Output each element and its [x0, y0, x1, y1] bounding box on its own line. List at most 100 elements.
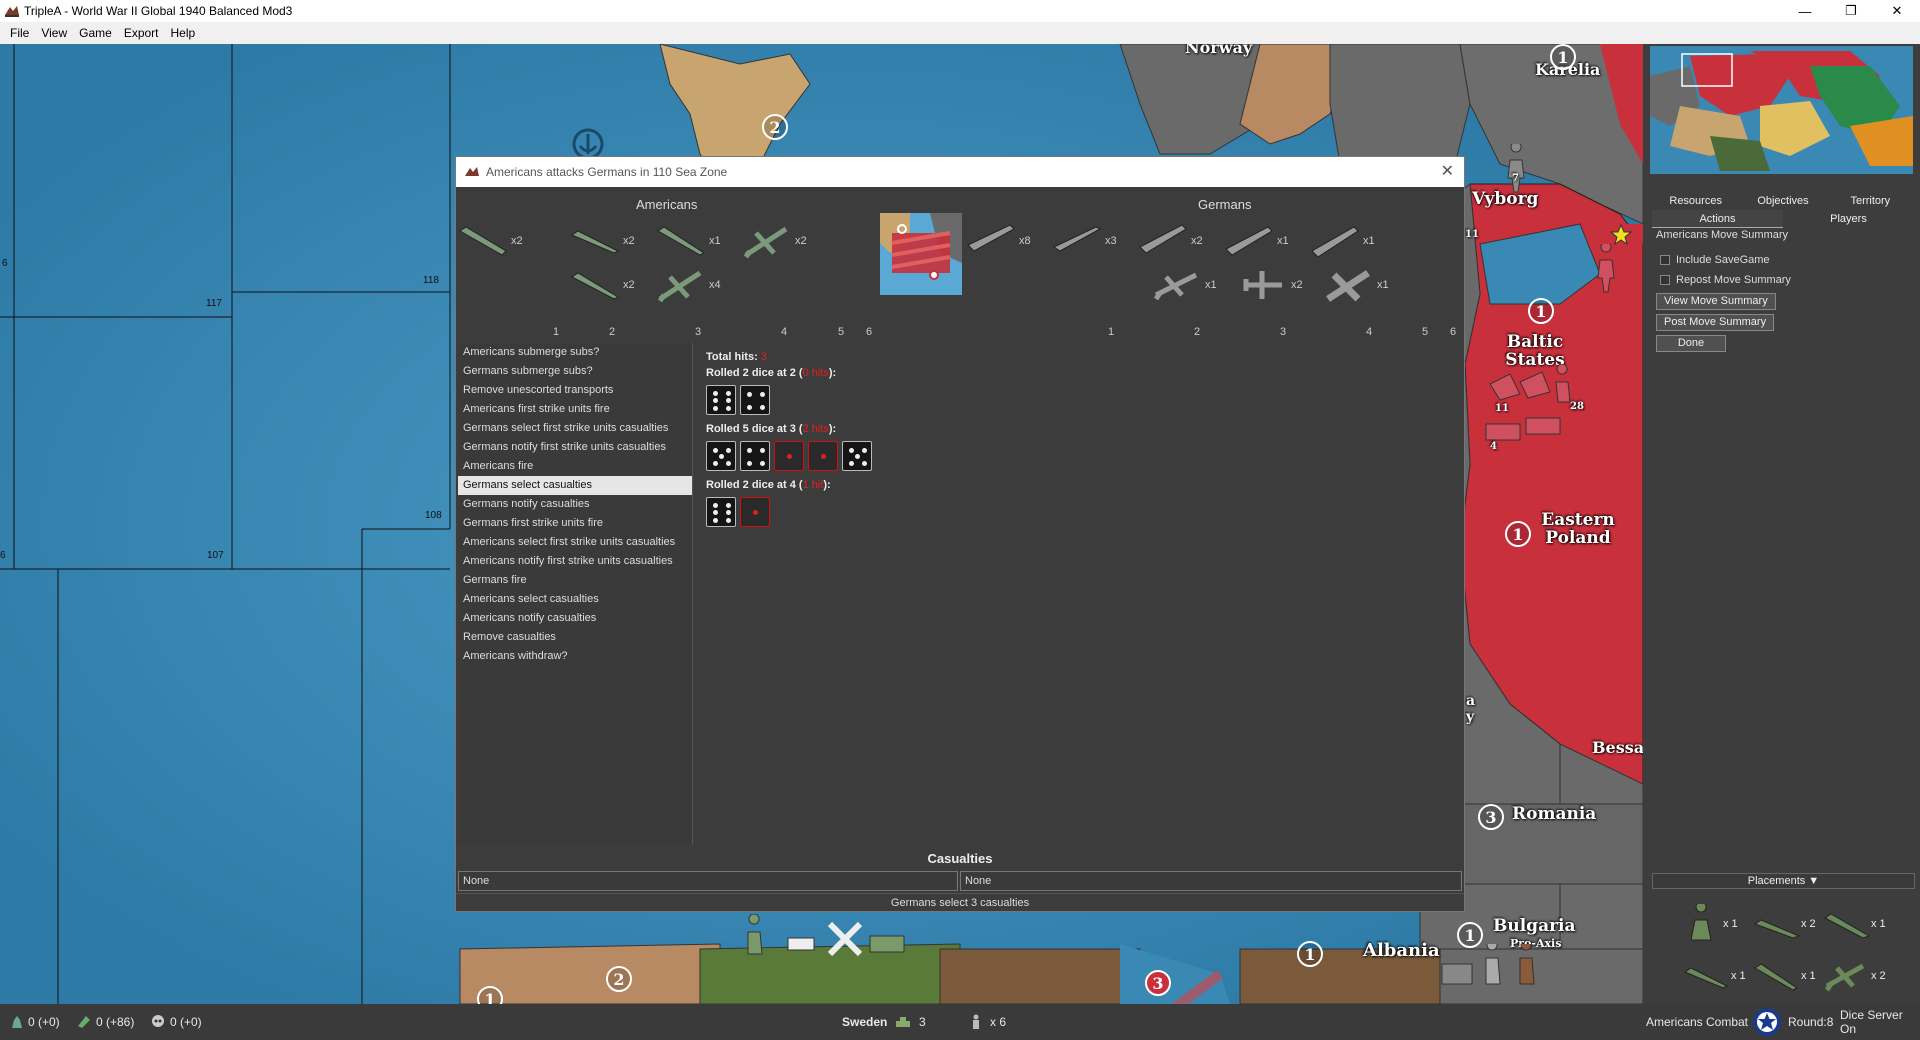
die-icon [706, 441, 736, 471]
total-hits-label: Total hits: [706, 351, 758, 363]
roll-text: Rolled 5 dice at 3 ( [706, 423, 803, 435]
attacker-unit: x4 [656, 265, 721, 305]
checkbox-box[interactable] [1660, 275, 1670, 285]
bomber-icon [1326, 270, 1370, 302]
die-pip [725, 502, 731, 508]
die-icon [740, 385, 770, 415]
attacker-column-label: 3 [695, 326, 702, 338]
menu-game[interactable]: Game [73, 26, 118, 40]
battle-title-bar: Americans attacks Germans in 110 Sea Zon… [456, 157, 1464, 187]
battle-step-item[interactable]: Americans select casualties [458, 590, 692, 609]
sea-zone-number: 6 [2, 258, 8, 269]
soviet-units-stack-icon [1485, 364, 1571, 441]
sea-zone-number: 118 [423, 275, 439, 286]
post-move-summary-button[interactable]: Post Move Summary [1656, 314, 1775, 331]
unit-count: x1 [1277, 235, 1289, 247]
carrier-icon [459, 226, 507, 256]
menu-file[interactable]: File [4, 26, 35, 40]
unit-count: x1 [1205, 279, 1217, 291]
attacker-unit: x2 [742, 221, 807, 261]
cruiser-icon [1225, 226, 1273, 256]
current-player: Americans [1646, 1015, 1703, 1029]
unit-count: x2 [1291, 279, 1303, 291]
menu-view[interactable]: View [35, 26, 73, 40]
die-pip [746, 391, 752, 397]
defender-column-label: 3 [1280, 326, 1287, 338]
battle-step-item[interactable]: Americans notify first strike units casu… [458, 552, 692, 571]
die-pip [712, 390, 718, 396]
battle-step-item[interactable]: Germans notify casualties [458, 495, 692, 514]
production-token: 1 [1550, 44, 1576, 70]
title-bar: TripleA - World War II Global 1940 Balan… [0, 0, 1920, 22]
menu-export[interactable]: Export [118, 26, 165, 40]
tab-players[interactable]: Players [1783, 210, 1914, 228]
tab-resources[interactable]: Resources [1652, 192, 1739, 210]
battle-close-button[interactable]: ✕ [1441, 161, 1454, 181]
checkbox-box[interactable] [1660, 255, 1670, 265]
done-button[interactable]: Done [1656, 335, 1726, 352]
battle-step-item[interactable]: Americans first strike units fire [458, 400, 692, 419]
minimap[interactable] [1650, 46, 1913, 174]
include-savegame-checkbox[interactable]: Include SaveGame [1660, 254, 1770, 266]
territory-label-bessa: Bessa [1592, 738, 1643, 757]
die-pip [848, 447, 854, 453]
unit-count: x2 [623, 279, 635, 291]
attacker-column-label: 5 [838, 326, 845, 338]
die-icon [740, 441, 770, 471]
menu-bar: File View Game Export Help [0, 22, 1920, 44]
round-status: Round:8 [1752, 1004, 1833, 1040]
battle-location-image [880, 213, 962, 295]
tab-objectives[interactable]: Objectives [1739, 192, 1826, 210]
tab-actions[interactable]: Actions [1652, 210, 1783, 228]
destroyer-icon [1754, 963, 1798, 991]
territory-label-eastern-poland: Eastern Poland [1541, 510, 1615, 548]
battle-step-item[interactable]: Americans submerge subs? [458, 343, 692, 362]
die-pip [725, 390, 731, 396]
menu-help[interactable]: Help [165, 26, 202, 40]
placement-unit: x 1 [1823, 904, 1886, 944]
placement-unit: x 1 [1753, 956, 1816, 996]
battle-step-item[interactable]: Remove casualties [458, 628, 692, 647]
battle-steps-list[interactable]: Americans submerge subs? Germans submerge… [458, 343, 693, 845]
unit-count: x1 [1377, 279, 1389, 291]
defender-unit: x3 [1052, 221, 1117, 261]
roll-hits: 1 hit [802, 479, 824, 491]
battle-step-item[interactable]: Germans first strike units fire [458, 514, 692, 533]
battle-step-item[interactable]: Germans notify first strike units casual… [458, 438, 692, 457]
casualties-area: Casualties None None Germans select 3 ca… [456, 849, 1464, 911]
die-icon [706, 497, 736, 527]
fighter-icon [657, 270, 702, 303]
right-panel: Resources Objectives Territory Actions P… [1643, 44, 1920, 1004]
battle-step-item[interactable]: Americans withdraw? [458, 647, 692, 666]
restore-button[interactable]: ❐ [1828, 0, 1874, 22]
repost-checkbox[interactable]: Repost Move Summary [1660, 274, 1791, 286]
destroyer-icon [571, 272, 620, 300]
battle-step-item[interactable]: Germans fire [458, 571, 692, 590]
fighter-icon [1824, 963, 1865, 992]
territory-units-count: 3 [919, 1015, 926, 1029]
view-move-summary-button[interactable]: View Move Summary [1656, 293, 1776, 310]
battle-step-item[interactable]: Remove unescorted transports [458, 381, 692, 400]
minimize-button[interactable]: — [1782, 0, 1828, 22]
production-token: 3 [1478, 804, 1504, 830]
placements-dropdown[interactable]: Placements ▼ [1652, 873, 1915, 889]
die-pip [712, 510, 718, 515]
battle-step-item[interactable]: Germans select first strike units casual… [458, 419, 692, 438]
production-token: 1 [1297, 941, 1323, 967]
sea-zone-number: 108 [425, 510, 442, 521]
submarine-icon [570, 230, 620, 254]
battle-step-item[interactable]: Americans select first strike units casu… [458, 533, 692, 552]
infantry-icon [1690, 904, 1712, 941]
battle-step-item[interactable]: Germans submerge subs? [458, 362, 692, 381]
die-pip [712, 517, 718, 523]
close-button[interactable]: ✕ [1874, 0, 1920, 22]
battle-step-item[interactable]: Americans fire [458, 457, 692, 476]
battle-step-item[interactable]: Germans select casualties [458, 476, 692, 495]
roll-header: Rolled 2 dice at 2 (0 hits): [706, 367, 836, 379]
battle-step-item[interactable]: Americans notify casualties [458, 609, 692, 628]
roll-text: ): [828, 423, 837, 435]
die-pip [848, 460, 854, 466]
die-pip [725, 405, 731, 411]
tab-territory[interactable]: Territory [1827, 192, 1914, 210]
die-pip [759, 447, 765, 453]
